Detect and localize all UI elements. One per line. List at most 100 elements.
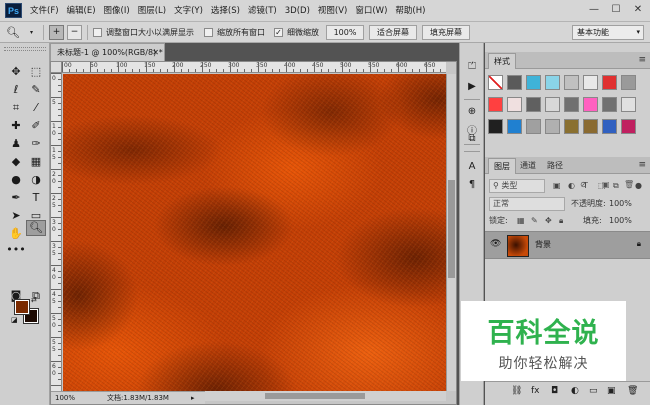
style-swatch[interactable]: [583, 75, 598, 90]
style-swatch[interactable]: [564, 119, 579, 134]
style-swatch[interactable]: [545, 97, 560, 112]
path-select-tool-icon[interactable]: ➤: [6, 208, 26, 224]
lock-all-icon[interactable]: 🔒︎: [559, 214, 563, 228]
style-swatch[interactable]: [507, 97, 522, 112]
pen-tool-icon[interactable]: ✒: [6, 190, 26, 206]
menu-type[interactable]: 文字(Y): [174, 0, 203, 22]
style-swatch[interactable]: [564, 75, 579, 90]
toolbar-grip[interactable]: [4, 47, 46, 51]
resize-windows-checkbox[interactable]: [93, 28, 102, 37]
vertical-scrollbar[interactable]: [446, 74, 456, 391]
horizontal-scroll-thumb[interactable]: [265, 393, 365, 399]
zoom-in-button[interactable]: +: [49, 25, 64, 40]
menu-help[interactable]: 帮助(H): [395, 0, 425, 22]
delete-layer-icon[interactable]: 🗑︎: [627, 386, 638, 396]
healing-brush-tool-icon[interactable]: ✚: [6, 118, 26, 134]
history-brush-tool-icon[interactable]: ✑: [26, 136, 46, 152]
filter-shape-icon[interactable]: ⬚: [598, 179, 606, 193]
menu-file[interactable]: 文件(F): [30, 0, 59, 22]
style-swatch[interactable]: [564, 97, 579, 112]
style-swatch[interactable]: [545, 75, 560, 90]
tab-styles[interactable]: 样式: [488, 53, 516, 69]
close-button[interactable]: ✕: [627, 0, 649, 20]
style-swatch[interactable]: [488, 75, 503, 90]
new-layer-icon[interactable]: ▣: [607, 386, 616, 396]
zoom-out-button[interactable]: −: [67, 25, 82, 40]
filter-adjustment-icon[interactable]: ◐: [568, 179, 575, 193]
style-swatch[interactable]: [507, 119, 522, 134]
maximize-button[interactable]: ☐: [605, 0, 627, 20]
menu-select[interactable]: 选择(S): [211, 0, 240, 22]
adjustments-panel-icon[interactable]: ⊕: [463, 104, 481, 120]
default-colors-icon[interactable]: ◪: [11, 316, 18, 324]
paragraph-panel-icon[interactable]: ¶: [463, 177, 481, 193]
filter-toggle-icon[interactable]: ●: [635, 179, 642, 193]
fit-screen-button[interactable]: 适合屏幕: [369, 25, 417, 40]
new-group-icon[interactable]: ▭: [589, 386, 598, 396]
zoom-tool-icon[interactable]: 🔍︎: [26, 220, 46, 236]
eraser-tool-icon[interactable]: ◆: [6, 154, 26, 170]
blend-mode-select[interactable]: 正常: [489, 197, 565, 211]
workspace-select[interactable]: 基本功能 ▾: [572, 25, 644, 40]
lasso-tool-icon[interactable]: ℓ: [6, 82, 26, 98]
menu-edit[interactable]: 编辑(E): [67, 0, 96, 22]
style-swatch[interactable]: [545, 119, 560, 134]
vertical-scroll-thumb[interactable]: [448, 180, 455, 278]
character-panel-icon[interactable]: A: [463, 159, 481, 175]
gradient-tool-icon[interactable]: ▦: [26, 154, 46, 170]
clone-stamp-tool-icon[interactable]: ♟: [6, 136, 26, 152]
style-swatch[interactable]: [488, 119, 503, 134]
zoom-100-button[interactable]: 100%: [326, 25, 364, 40]
foreground-color-swatch[interactable]: [14, 299, 30, 315]
chevron-right-icon[interactable]: ▸: [191, 392, 195, 404]
menu-view[interactable]: 视图(V): [318, 0, 347, 22]
tool-preset-chevron-icon[interactable]: ▾: [30, 25, 33, 40]
style-swatch[interactable]: [621, 97, 636, 112]
filter-type-icon[interactable]: T: [583, 179, 588, 193]
actions-play-icon[interactable]: ▶: [463, 79, 481, 95]
layer-style-icon[interactable]: fx: [531, 386, 540, 396]
panel-menu-icon[interactable]: ≡: [638, 157, 646, 174]
menu-layer[interactable]: 图层(L): [138, 0, 166, 22]
style-swatch[interactable]: [602, 119, 617, 134]
eye-icon[interactable]: 👁︎: [490, 239, 501, 249]
style-swatch[interactable]: [526, 75, 541, 90]
zoom-all-windows-checkbox[interactable]: [204, 28, 213, 37]
move-tool-icon[interactable]: ✥: [6, 64, 26, 80]
tab-channels[interactable]: 通道: [515, 158, 541, 174]
crop-tool-icon[interactable]: ⌗: [6, 100, 26, 116]
tab-paths[interactable]: 路径: [542, 158, 568, 174]
menu-image[interactable]: 图像(I): [104, 0, 130, 22]
clone-source-panel-icon[interactable]: ⧉: [463, 131, 481, 147]
dodge-tool-icon[interactable]: ◑: [26, 172, 46, 188]
tab-layers[interactable]: 图层: [488, 158, 516, 174]
new-adjustment-icon[interactable]: ◐: [571, 386, 579, 396]
opacity-value[interactable]: 100%: [609, 197, 632, 211]
horizontal-scrollbar[interactable]: [205, 391, 446, 401]
marquee-tool-icon[interactable]: ⬚: [26, 64, 46, 80]
vertical-ruler[interactable]: 0 5 1 0 1 5 2 0 2 5 3 0 3 5 4 0 4 5 5 0 …: [51, 73, 62, 391]
quick-select-tool-icon[interactable]: ✎: [26, 82, 46, 98]
style-swatch[interactable]: [526, 97, 541, 112]
add-mask-icon[interactable]: ◘: [551, 386, 558, 396]
zoom-icon[interactable]: 🔍︎: [6, 25, 20, 40]
style-swatch[interactable]: [621, 119, 636, 134]
fill-value[interactable]: 100%: [609, 214, 632, 228]
menu-window[interactable]: 窗口(W): [355, 0, 387, 22]
style-swatch[interactable]: [526, 119, 541, 134]
style-swatch[interactable]: [621, 75, 636, 90]
menu-filter[interactable]: 滤镜(T): [248, 0, 277, 22]
style-swatch[interactable]: [583, 119, 598, 134]
type-tool-icon[interactable]: T: [26, 190, 46, 206]
close-icon[interactable]: ✕: [152, 44, 159, 61]
blur-tool-icon[interactable]: ●: [6, 172, 26, 188]
brush-tool-icon[interactable]: ✐: [26, 118, 46, 134]
lock-position-icon[interactable]: ✥: [545, 214, 552, 228]
style-swatch[interactable]: [583, 97, 598, 112]
image-canvas[interactable]: [63, 74, 446, 391]
style-swatch[interactable]: [507, 75, 522, 90]
layer-filter-select[interactable]: ⚲ 类型: [489, 179, 545, 193]
filter-pixel-icon[interactable]: ▣: [553, 179, 561, 193]
edit-toolbar-icon[interactable]: •••: [6, 242, 26, 258]
ruler-origin[interactable]: [51, 62, 62, 73]
